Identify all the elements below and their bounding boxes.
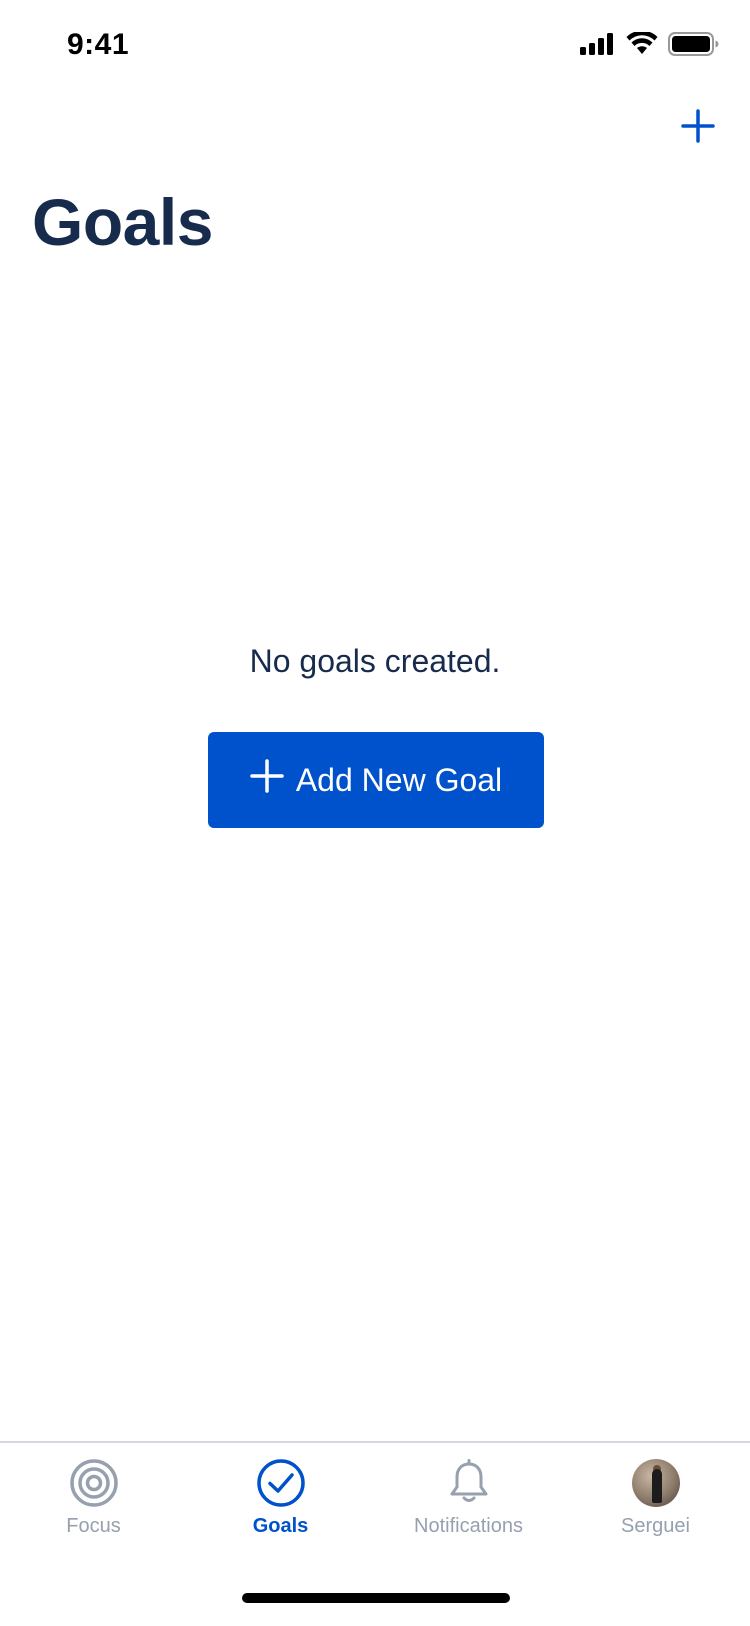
status-bar: 9:41	[0, 0, 750, 94]
tab-label-goals: Goals	[252, 1515, 309, 1537]
target-icon	[68, 1457, 120, 1509]
tab-label-notifications: Notifications	[414, 1515, 523, 1537]
avatar-image	[631, 1459, 680, 1507]
tab-label-focus: Focus	[66, 1515, 121, 1537]
home-indicator	[242, 1593, 510, 1603]
check-circle-icon	[255, 1457, 307, 1509]
battery-icon	[668, 32, 720, 61]
status-time: 9:41	[67, 28, 130, 61]
plus-icon	[250, 759, 284, 801]
page-title: Goals	[32, 185, 213, 259]
add-new-goal-button[interactable]: Add New Goal	[208, 732, 544, 828]
tab-label-profile: Serguei	[621, 1515, 690, 1537]
empty-state-message: No goals created.	[249, 643, 501, 679]
tab-focus[interactable]: Focus	[0, 1457, 187, 1553]
add-new-goal-label: Add New Goal	[295, 761, 503, 798]
add-goal-nav-button[interactable]	[676, 106, 720, 150]
cellular-signal-icon	[580, 33, 616, 60]
plus-icon	[681, 108, 715, 148]
tab-goals[interactable]: Goals	[187, 1457, 374, 1553]
wifi-icon	[626, 30, 658, 61]
tab-notifications[interactable]: Notifications	[375, 1457, 562, 1553]
bell-icon	[443, 1457, 495, 1509]
tab-profile[interactable]: Serguei	[562, 1457, 749, 1553]
status-icons	[580, 30, 720, 61]
avatar	[630, 1457, 682, 1509]
